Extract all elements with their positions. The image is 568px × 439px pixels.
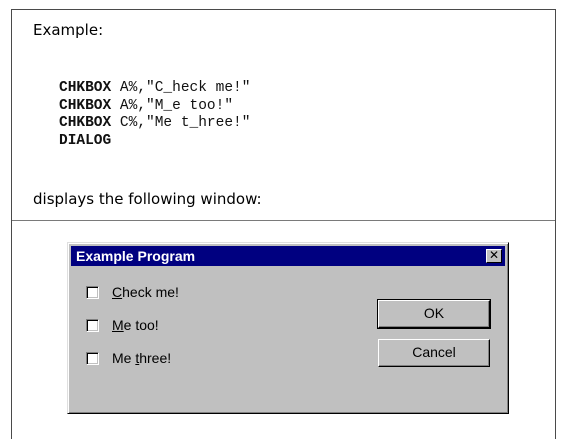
checkbox-label[interactable]: Me too!: [112, 317, 159, 333]
description-text: displays the following window:: [33, 190, 262, 208]
checkbox-check-me[interactable]: Check me!: [86, 283, 179, 301]
example-dialog: Example Program ✕ Check me! Me too! Me t…: [67, 242, 509, 414]
checkbox-box[interactable]: [86, 285, 99, 299]
checkbox-me-too[interactable]: Me too!: [86, 316, 159, 334]
code-line: CHKBOX A%,"C_heck me!": [59, 80, 251, 96]
ok-button[interactable]: OK: [377, 299, 491, 329]
checkbox-box[interactable]: [86, 351, 99, 365]
checkbox-label[interactable]: Check me!: [112, 284, 179, 300]
checkbox-label[interactable]: Me three!: [112, 350, 171, 366]
close-icon[interactable]: ✕: [486, 249, 502, 263]
code-line: CHKBOX C%,"Me t_hree!": [59, 115, 251, 131]
code-line: DIALOG: [59, 132, 112, 149]
code-line: CHKBOX A%,"M_e too!": [59, 97, 234, 114]
checkbox-box[interactable]: [86, 318, 99, 332]
frame-divider: [12, 220, 555, 221]
checkbox-me-three[interactable]: Me three!: [86, 349, 171, 367]
example-heading: Example:: [33, 21, 104, 39]
dialog-title: Example Program: [76, 248, 196, 264]
dialog-titlebar[interactable]: Example Program ✕: [71, 246, 505, 266]
cancel-button[interactable]: Cancel: [378, 339, 490, 367]
code-block: CHKBOX A%,"C_heck me!" CHKBOX A%,"M_e too…: [59, 80, 250, 150]
